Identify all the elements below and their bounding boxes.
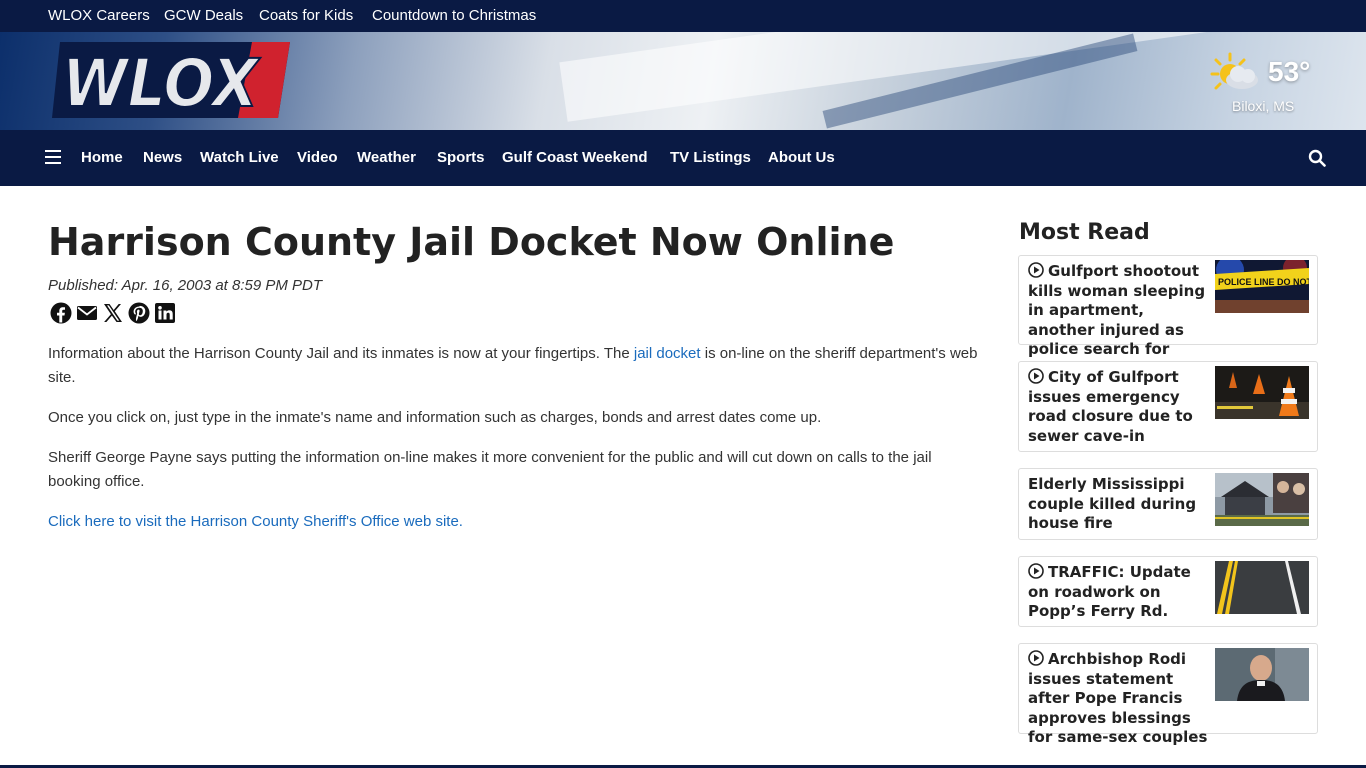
play-circle-icon <box>1028 563 1044 579</box>
published-date: Published: Apr. 16, 2003 at 8:59 PM PDT <box>48 277 323 294</box>
play-circle-icon <box>1028 262 1044 278</box>
nav-item-weather[interactable]: Weather <box>357 149 416 166</box>
pinterest-icon[interactable] <box>128 302 150 324</box>
wlox-logo[interactable]: WLOX <box>52 42 290 118</box>
article-paragraph-3: Sheriff George Payne says putting the in… <box>48 449 932 490</box>
paragraph-text: Information about the Harrison County Ja… <box>48 345 634 362</box>
most-read-card[interactable]: Elderly Mississippi couple killed during… <box>1018 468 1318 540</box>
most-read-card-title[interactable]: Archbishop Rodi issues statement after P… <box>1028 650 1214 748</box>
nav-item-tv-listings[interactable]: TV Listings <box>670 149 751 166</box>
house-fire-thumbnail <box>1215 473 1309 526</box>
police-tape-thumbnail: POLICE LINE DO NOT CROSS <box>1215 260 1309 313</box>
logo-text: WLOX <box>62 45 261 118</box>
topbar-link-coats[interactable]: Coats for Kids <box>259 7 353 24</box>
weather-location: Biloxi, MS <box>1232 98 1295 114</box>
play-circle-icon <box>1028 650 1044 666</box>
weather-temperature: 53° <box>1268 56 1311 87</box>
header-banner: WLOX 53° Biloxi, MS <box>0 32 1366 130</box>
most-read-card-title[interactable]: City of Gulfport issues emergency road c… <box>1028 368 1214 446</box>
x-icon[interactable] <box>102 302 124 324</box>
article-paragraph-1: Information about the Harrison County Ja… <box>48 342 988 390</box>
nav-item-watch-live[interactable]: Watch Live <box>200 149 279 166</box>
hamburger-menu-icon[interactable] <box>45 150 61 164</box>
email-icon[interactable] <box>76 302 98 324</box>
most-read-card[interactable]: Archbishop Rodi issues statement after P… <box>1018 643 1318 746</box>
most-read-card-title[interactable]: Elderly Mississippi couple killed during… <box>1028 475 1214 534</box>
nav-item-sports[interactable]: Sports <box>437 149 485 166</box>
nav-item-home[interactable]: Home <box>81 149 123 166</box>
road-lines-thumbnail <box>1215 561 1309 614</box>
facebook-icon[interactable] <box>50 302 72 324</box>
topbar-link-careers[interactable]: WLOX Careers <box>48 7 150 24</box>
weather-widget[interactable]: 53° Biloxi, MS <box>1208 50 1338 120</box>
article-headline: Harrison County Jail Docket Now Online <box>48 220 895 264</box>
banner-decoration <box>559 32 1281 122</box>
most-read-card[interactable]: Gulfport shootout kills woman sleeping i… <box>1018 255 1318 378</box>
article-paragraph-2: Once you click on, just type in the inma… <box>48 409 822 426</box>
partly-sunny-icon <box>1210 52 1258 90</box>
linkedin-icon[interactable] <box>154 302 176 324</box>
nav-item-gulf-coast-weekend[interactable]: Gulf Coast Weekend <box>502 149 648 166</box>
jail-docket-link[interactable]: jail docket <box>634 345 701 362</box>
top-utility-bar: WLOX Careers GCW Deals Coats for Kids Co… <box>0 0 1366 32</box>
most-read-card[interactable]: TRAFFIC: Update on roadwork on Popp’s Fe… <box>1018 556 1318 627</box>
main-navigation: Home News Watch Live Video Weather Sport… <box>0 130 1366 186</box>
play-circle-icon <box>1028 368 1044 384</box>
topbar-link-deals[interactable]: GCW Deals <box>164 7 243 24</box>
nav-item-news[interactable]: News <box>143 149 182 166</box>
most-read-card[interactable]: City of Gulfport issues emergency road c… <box>1018 361 1318 452</box>
traffic-cones-thumbnail <box>1215 366 1309 419</box>
nav-item-video[interactable]: Video <box>297 149 338 166</box>
most-read-card-title[interactable]: TRAFFIC: Update on roadwork on Popp’s Fe… <box>1028 563 1214 622</box>
sheriff-site-link[interactable]: Click here to visit the Harrison County … <box>48 510 463 534</box>
most-read-heading: Most Read <box>1019 220 1150 245</box>
archbishop-thumbnail <box>1215 648 1309 701</box>
search-icon[interactable] <box>1308 149 1326 167</box>
topbar-link-christmas[interactable]: Countdown to Christmas <box>372 7 536 24</box>
svg-text:POLICE LINE DO NOT CROSS: POLICE LINE DO NOT CROSS <box>1218 277 1309 287</box>
nav-item-about-us[interactable]: About Us <box>768 149 835 166</box>
